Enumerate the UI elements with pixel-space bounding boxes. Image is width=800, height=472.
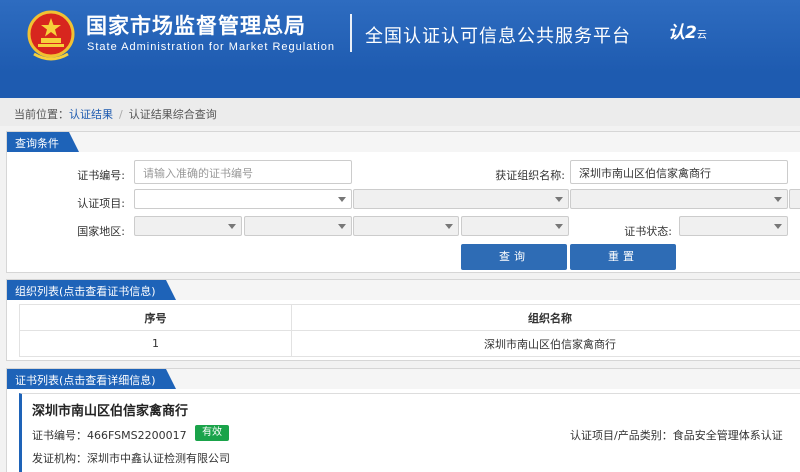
col-header-org-name: 组织名称 [291,304,800,331]
logo-mid: 2 [685,23,697,43]
chevron-down-icon [338,197,346,202]
table-row[interactable]: 1 深圳市南山区伯信家禽商行 [19,330,800,357]
agency-title-cn: 国家市场监督管理总局 [86,14,306,38]
org-table: 序号 组织名称 1 深圳市南山区伯信家禽商行 [19,304,800,357]
chevron-down-icon [228,224,236,229]
org-list-panel: 组织列表(点击查看证书信息) 序号 组织名称 1 深圳市南山区伯信家禽商行 [6,279,800,361]
platform-logo: 认2云 [668,18,707,43]
breadcrumb: 当前位置：认证结果 / 认证结果综合查询 [0,98,800,126]
agency-title-en: State Administration for Market Regulati… [87,41,336,53]
breadcrumb-item-current: 认证结果综合查询 [128,108,217,121]
row-index: 1 [19,330,292,357]
region-label: 国家地区: [77,225,125,238]
cert-no-input[interactable]: 请输入准确的证书编号 [134,160,352,184]
org-list-title: 组织列表(点击查看证书信息) [7,280,176,300]
query-panel-title: 查询条件 [7,132,79,152]
reset-button[interactable]: 重置 [570,244,676,270]
search-button[interactable]: 查询 [461,244,567,270]
project-select-1[interactable] [134,189,352,209]
chevron-down-icon [774,197,782,202]
breadcrumb-item-results[interactable]: 认证结果 [69,108,113,121]
cert-issuer: 发证机构：深圳市中鑫认证检测有限公司 [32,452,230,465]
query-panel-header: 查询条件 [7,132,800,152]
cert-card[interactable]: 深圳市南山区伯信家禽商行 证书编号：466FSMS2200017 有效 认证项目… [19,393,800,472]
logo-main: 认 [668,23,685,43]
col-header-index: 序号 [19,304,292,331]
region-select-2[interactable] [244,216,352,236]
query-panel: 查询条件 证书编号: 请输入准确的证书编号 获证组织名称: 深圳市南山区伯信家禽… [6,131,800,273]
chevron-down-icon [555,224,563,229]
org-name-label: 获证组织名称: [495,169,565,182]
national-emblem-icon [27,10,75,61]
chevron-down-icon [338,224,346,229]
cert-list-panel: 证书列表(点击查看详细信息) 深圳市南山区伯信家禽商行 证书编号：466FSMS… [6,368,800,472]
org-list-header: 组织列表(点击查看证书信息) [7,280,800,300]
project-select-2[interactable] [353,189,569,209]
project-label: 认证项目: [77,197,125,210]
status-label: 证书状态: [624,225,672,238]
row-org-name[interactable]: 深圳市南山区伯信家禽商行 [291,330,800,357]
project-select-4[interactable] [789,189,800,209]
chevron-down-icon [555,197,563,202]
platform-title: 全国认证认可信息公共服务平台 [365,26,631,47]
chevron-down-icon [445,224,453,229]
cert-org-name: 深圳市南山区伯信家禽商行 [32,404,189,419]
table-header-row: 序号 组织名称 [19,304,800,331]
cert-category: 认证项目/产品类别：食品安全管理体系认证 [570,429,783,442]
chevron-down-icon [774,224,782,229]
logo-sub: 云 [696,30,707,41]
region-select-4[interactable] [461,216,569,236]
cert-list-title: 证书列表(点击查看详细信息) [7,369,176,389]
org-name-input[interactable]: 深圳市南山区伯信家禽商行 [570,160,788,184]
breadcrumb-separator: / [119,108,123,121]
breadcrumb-prefix: 当前位置： [14,108,69,121]
cert-list-header: 证书列表(点击查看详细信息) [7,369,800,389]
site-header: 国家市场监督管理总局 State Administration for Mark… [0,0,800,72]
status-select[interactable] [679,216,788,236]
cert-number: 证书编号：466FSMS2200017 [32,429,187,442]
cert-no-label: 证书编号: [77,169,125,182]
status-badge: 有效 [195,425,229,441]
region-select-3[interactable] [353,216,459,236]
header-divider [350,14,352,52]
region-select-1[interactable] [134,216,242,236]
project-select-3[interactable] [570,189,788,209]
nav-bar [0,72,800,98]
